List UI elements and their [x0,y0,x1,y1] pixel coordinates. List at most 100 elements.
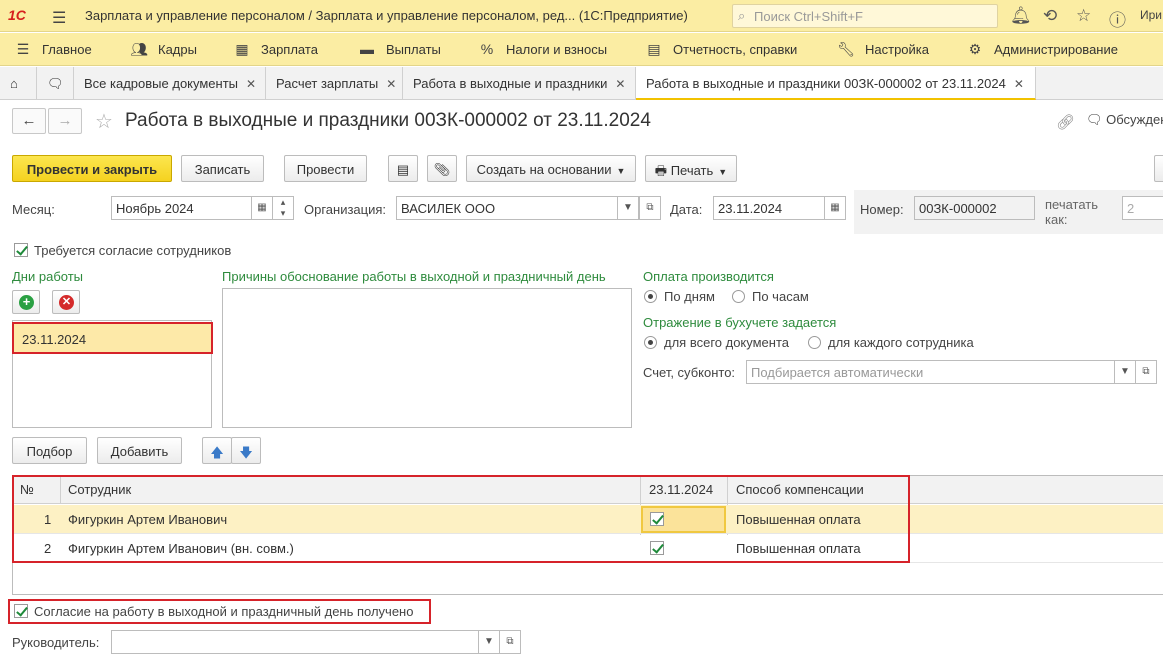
calendar-icon[interactable]: ▦ [251,196,273,220]
menu-item-settings[interactable]: 🔧︎ Настройка [837,41,929,58]
document-title: Работа в выходные и праздники 00ЗК-00000… [125,110,651,131]
list-item[interactable]: 23.11.2024 [12,322,213,354]
wallet-icon: ▬ [360,41,374,57]
history-icon[interactable]: ⟲ [1043,6,1057,26]
manager-dropdown-icon[interactable]: ▼ [478,630,500,654]
plus-icon: + [19,295,34,310]
month-field[interactable]: Ноябрь 2024 [111,196,252,220]
accounting-per-employee-label: для каждого сотрудника [828,335,974,350]
organization-dropdown-icon[interactable]: ▼ [617,196,639,220]
accounting-label: Отражение в бухучете задается [643,315,837,330]
consent-received-label: Согласие на работу в выходной и празднич… [34,604,414,619]
menu-item-admin[interactable]: ⚙ Администрирование [966,41,1118,58]
reasons-textarea[interactable] [222,288,632,428]
document-list-button[interactable]: ▤ [388,155,418,182]
print-as-field[interactable]: 2 [1122,196,1163,220]
manager-field[interactable] [111,630,479,654]
date-field[interactable]: 23.11.2024 [713,196,825,220]
dropdown-arrow-icon: ▼ [718,167,728,177]
move-down-button[interactable]: 🡇 [231,437,261,464]
app-title: Зарплата и управление персоналом / Зарпл… [85,8,688,23]
forward-button[interactable]: → [48,108,82,134]
user-name[interactable]: Ири [1140,8,1162,22]
tab-payroll[interactable]: Расчет зарплаты ✕ [266,67,403,99]
more-button[interactable] [1154,155,1163,182]
sections-menu: ☰ Главное 👥︎ Кадры ▦ Зарплата ▬ Выплаты % Нал… [0,33,1163,66]
menu-label: Выплаты [386,42,441,57]
messages-tab[interactable]: 🗨︎ [37,67,74,99]
close-icon[interactable]: ✕ [615,77,625,91]
post-and-close-button[interactable]: Провести и закрыть [12,155,172,182]
tab-all-hr-documents[interactable]: Все кадровые документы ✕ [74,67,266,99]
menu-label: Администрирование [994,42,1118,57]
payment-by-hours-radio[interactable] [732,290,745,303]
consent-received-checkbox[interactable] [14,604,28,618]
calendar-icon[interactable]: ▦ [824,196,846,220]
search-placeholder: Поиск Ctrl+Shift+F [754,9,863,24]
back-button[interactable]: ← [12,108,46,134]
organization-label: Организация: [304,202,387,217]
percent-icon: % [480,41,494,57]
close-icon[interactable]: ✕ [1014,77,1024,91]
organization-field[interactable]: ВАСИЛЕК ООО [396,196,618,220]
tab-weekend-work-document[interactable]: Работа в выходные и праздники 00ЗК-00000… [636,67,1036,100]
menu-item-reports[interactable]: ▤ Отчетность, справки [645,41,797,58]
pick-button[interactable]: Подбор [12,437,87,464]
payment-by-days-radio[interactable] [644,290,657,303]
number-field[interactable]: 00ЗК-000002 [914,196,1035,220]
print-as-label: печатать как: [1045,197,1099,227]
manager-open-icon[interactable]: ⧉ [499,630,521,654]
consent-required-label: Требуется согласие сотрудников [34,243,232,258]
save-button[interactable]: Записать [181,155,264,182]
accounting-per-employee-radio[interactable] [808,336,821,349]
app-logo: 1С [8,7,26,23]
account-open-icon[interactable]: ⧉ [1135,360,1157,384]
menu-item-salary[interactable]: ▦ Зарплата [233,41,318,58]
delete-day-button[interactable]: ✕ [52,290,80,314]
discuss-button[interactable]: 🗨︎ Обсуждение [1086,112,1163,128]
post-button[interactable]: Провести [284,155,367,182]
month-spin-buttons[interactable]: ▴ ▾ [272,196,294,220]
date-label: Дата: [670,202,703,217]
add-row-button[interactable]: Добавить [97,437,182,464]
attach-button[interactable]: 📎︎ [427,155,457,182]
list-icon: ☰ [16,41,30,57]
tab-label: Работа в выходные и праздники 00ЗК-00000… [646,76,1006,91]
close-icon[interactable]: ✕ [246,77,256,91]
menu-label: Отчетность, справки [673,42,798,57]
menu-item-main[interactable]: ☰ Главное [14,41,92,58]
tab-label: Все кадровые документы [84,76,239,91]
menu-item-payments[interactable]: ▬ Выплаты [358,41,441,57]
home-tab[interactable]: ⌂ [0,67,37,99]
account-dropdown-icon[interactable]: ▼ [1114,360,1136,384]
accounting-whole-doc-radio[interactable] [644,336,657,349]
consent-required-checkbox[interactable] [14,243,28,257]
move-up-button[interactable]: 🡅 [202,437,232,464]
menu-label: Налоги и взносы [506,42,608,57]
print-button[interactable]: 🖶 Печать ▼ [645,155,737,182]
global-search-input[interactable]: ⌕ Поиск Ctrl+Shift+F [732,4,998,28]
menu-item-taxes[interactable]: % Налоги и взносы [478,41,607,57]
bell-icon[interactable]: 🔔︎ [1010,6,1032,26]
arrow-up-icon: 🡅 [210,445,224,460]
search-icon: ⌕ [738,8,746,23]
add-day-button[interactable]: + [12,290,40,314]
create-based-on-button[interactable]: Создать на основании ▼ [466,155,636,182]
main-menu-icon[interactable]: ☰ [52,8,66,28]
menu-label: Главное [42,42,92,57]
favorites-star-icon[interactable]: ☆ [1076,6,1091,26]
favorite-star-icon[interactable]: ☆ [95,109,113,134]
organization-open-icon[interactable]: ⧉ [639,196,661,220]
close-icon[interactable]: ✕ [386,77,396,91]
tab-weekend-work-list[interactable]: Работа в выходные и праздники ✕ [403,67,636,99]
tab-label: Работа в выходные и праздники [413,76,608,91]
link-icon[interactable]: 🔗︎ [1056,113,1075,131]
button-label: Создать на основании [476,162,612,177]
comment-icon: 🗨︎ [1086,112,1107,127]
menu-item-hr[interactable]: 👥︎ Кадры [130,41,197,58]
workdays-label: Дни работы [12,269,84,284]
accounting-whole-doc-label: для всего документа [664,335,789,350]
menu-label: Кадры [158,42,197,57]
account-field[interactable]: Подбирается автоматически [746,360,1115,384]
info-icon[interactable]: ⓘ [1109,6,1126,31]
